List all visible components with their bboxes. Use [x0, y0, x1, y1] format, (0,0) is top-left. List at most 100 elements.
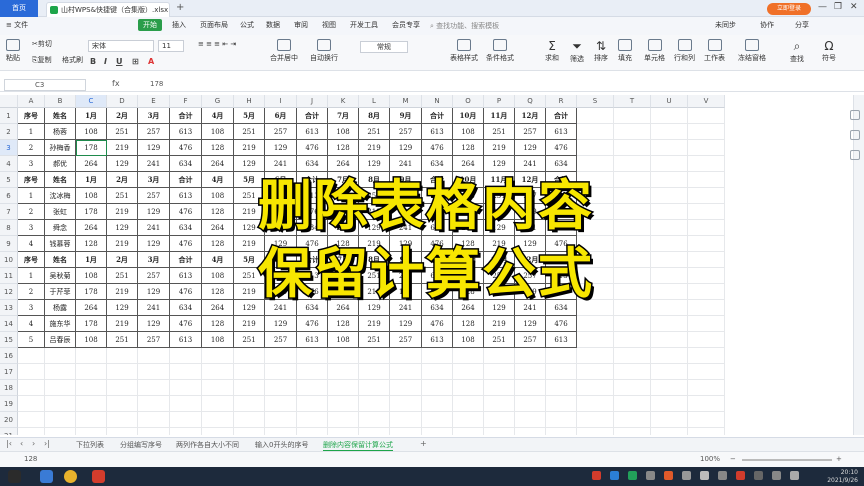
table-cell[interactable]: 4	[18, 236, 45, 252]
table-cell[interactable]: 姓名	[45, 252, 76, 268]
table-cell[interactable]: 4月	[202, 172, 234, 188]
sort-button[interactable]: ⇅ 排序	[594, 39, 608, 63]
table-cell[interactable]: 合计	[297, 108, 328, 124]
empty-cell[interactable]	[422, 412, 453, 428]
tray-icon[interactable]	[790, 471, 799, 480]
table-cell[interactable]: 251	[359, 332, 390, 348]
home-tab[interactable]: 首页	[0, 0, 38, 17]
empty-cell[interactable]	[688, 252, 725, 268]
table-cell[interactable]: 476	[422, 140, 453, 156]
empty-cell[interactable]	[202, 348, 234, 364]
table-cell[interactable]: 3月	[138, 252, 170, 268]
empty-cell[interactable]	[614, 316, 651, 332]
empty-cell[interactable]	[688, 140, 725, 156]
column-header[interactable]: R	[546, 95, 577, 108]
table-cell[interactable]: 128	[202, 204, 234, 220]
table-cell[interactable]: 1月	[76, 172, 107, 188]
border-icon[interactable]: ⊞	[132, 57, 139, 66]
empty-cell[interactable]	[138, 396, 170, 412]
empty-cell[interactable]	[453, 380, 484, 396]
empty-cell[interactable]	[202, 412, 234, 428]
table-cell[interactable]: 12月	[515, 108, 546, 124]
table-cell[interactable]: 129	[515, 316, 546, 332]
empty-cell[interactable]	[422, 396, 453, 412]
table-cell[interactable]: 257	[390, 124, 422, 140]
table-cell[interactable]: 合计	[170, 252, 202, 268]
table-cell[interactable]: 613	[546, 332, 577, 348]
table-cell[interactable]: 634	[422, 156, 453, 172]
row-header[interactable]: 10	[0, 252, 18, 268]
empty-cell[interactable]	[107, 364, 138, 380]
row-header[interactable]: 20	[0, 412, 18, 428]
empty-cell[interactable]	[688, 412, 725, 428]
table-cell[interactable]: 108	[76, 268, 107, 284]
table-cell[interactable]: 3月	[138, 172, 170, 188]
empty-cell[interactable]	[651, 204, 688, 220]
table-cell[interactable]: 129	[107, 300, 138, 316]
empty-cell[interactable]	[688, 268, 725, 284]
empty-cell[interactable]	[515, 380, 546, 396]
empty-cell[interactable]	[651, 284, 688, 300]
empty-cell[interactable]	[390, 380, 422, 396]
table-cell[interactable]: 178	[76, 204, 107, 220]
table-cell[interactable]: 序号	[18, 108, 45, 124]
empty-cell[interactable]	[45, 380, 76, 396]
empty-cell[interactable]	[202, 428, 234, 435]
empty-cell[interactable]	[265, 412, 297, 428]
table-cell[interactable]: 129	[138, 316, 170, 332]
empty-cell[interactable]	[107, 380, 138, 396]
empty-cell[interactable]	[76, 364, 107, 380]
column-header[interactable]: Q	[515, 95, 546, 108]
empty-cell[interactable]	[515, 428, 546, 435]
empty-cell[interactable]	[170, 364, 202, 380]
wrap-button[interactable]: 自动换行	[310, 39, 338, 63]
empty-cell[interactable]	[170, 380, 202, 396]
table-cell[interactable]: 108	[76, 188, 107, 204]
table-cell[interactable]: 264	[202, 300, 234, 316]
table-cell[interactable]: 178	[76, 284, 107, 300]
italic-button[interactable]: I	[104, 57, 107, 66]
empty-cell[interactable]	[359, 380, 390, 396]
table-cell[interactable]: 219	[234, 140, 265, 156]
merge-button[interactable]: 合并居中	[270, 39, 298, 63]
empty-cell[interactable]	[577, 124, 614, 140]
table-cell[interactable]: 613	[170, 188, 202, 204]
empty-cell[interactable]	[234, 364, 265, 380]
empty-cell[interactable]	[651, 140, 688, 156]
row-header[interactable]: 11	[0, 268, 18, 284]
empty-cell[interactable]	[359, 412, 390, 428]
table-cell[interactable]: 613	[297, 332, 328, 348]
empty-cell[interactable]	[422, 428, 453, 435]
empty-cell[interactable]	[546, 364, 577, 380]
empty-cell[interactable]	[577, 140, 614, 156]
select-all-corner[interactable]	[0, 95, 18, 108]
table-cell[interactable]: 251	[107, 332, 138, 348]
table-cell[interactable]: 129	[138, 140, 170, 156]
table-cell[interactable]: 613	[422, 332, 453, 348]
table-cell[interactable]: 219	[107, 284, 138, 300]
tray-icon[interactable]	[682, 471, 691, 480]
tray-icon[interactable]	[754, 471, 763, 480]
table-cell[interactable]: 序号	[18, 172, 45, 188]
row-header[interactable]: 16	[0, 348, 18, 364]
empty-cell[interactable]	[170, 412, 202, 428]
table-cell[interactable]: 姓名	[45, 172, 76, 188]
table-cell[interactable]: 264	[76, 220, 107, 236]
table-cell[interactable]: 施东华	[45, 316, 76, 332]
empty-cell[interactable]	[688, 236, 725, 252]
table-cell[interactable]: 2月	[107, 252, 138, 268]
table-cell[interactable]: 251	[234, 124, 265, 140]
empty-cell[interactable]	[265, 380, 297, 396]
empty-cell[interactable]	[265, 364, 297, 380]
empty-cell[interactable]	[234, 412, 265, 428]
empty-cell[interactable]	[577, 428, 614, 435]
side-panel-icon[interactable]	[850, 110, 860, 120]
empty-cell[interactable]	[453, 412, 484, 428]
table-cell[interactable]: 251	[107, 268, 138, 284]
table-cell[interactable]: 476	[422, 316, 453, 332]
empty-cell[interactable]	[614, 396, 651, 412]
table-cell[interactable]: 219	[107, 140, 138, 156]
font-color-icon[interactable]: A	[148, 57, 154, 66]
empty-cell[interactable]	[18, 380, 45, 396]
empty-cell[interactable]	[651, 156, 688, 172]
